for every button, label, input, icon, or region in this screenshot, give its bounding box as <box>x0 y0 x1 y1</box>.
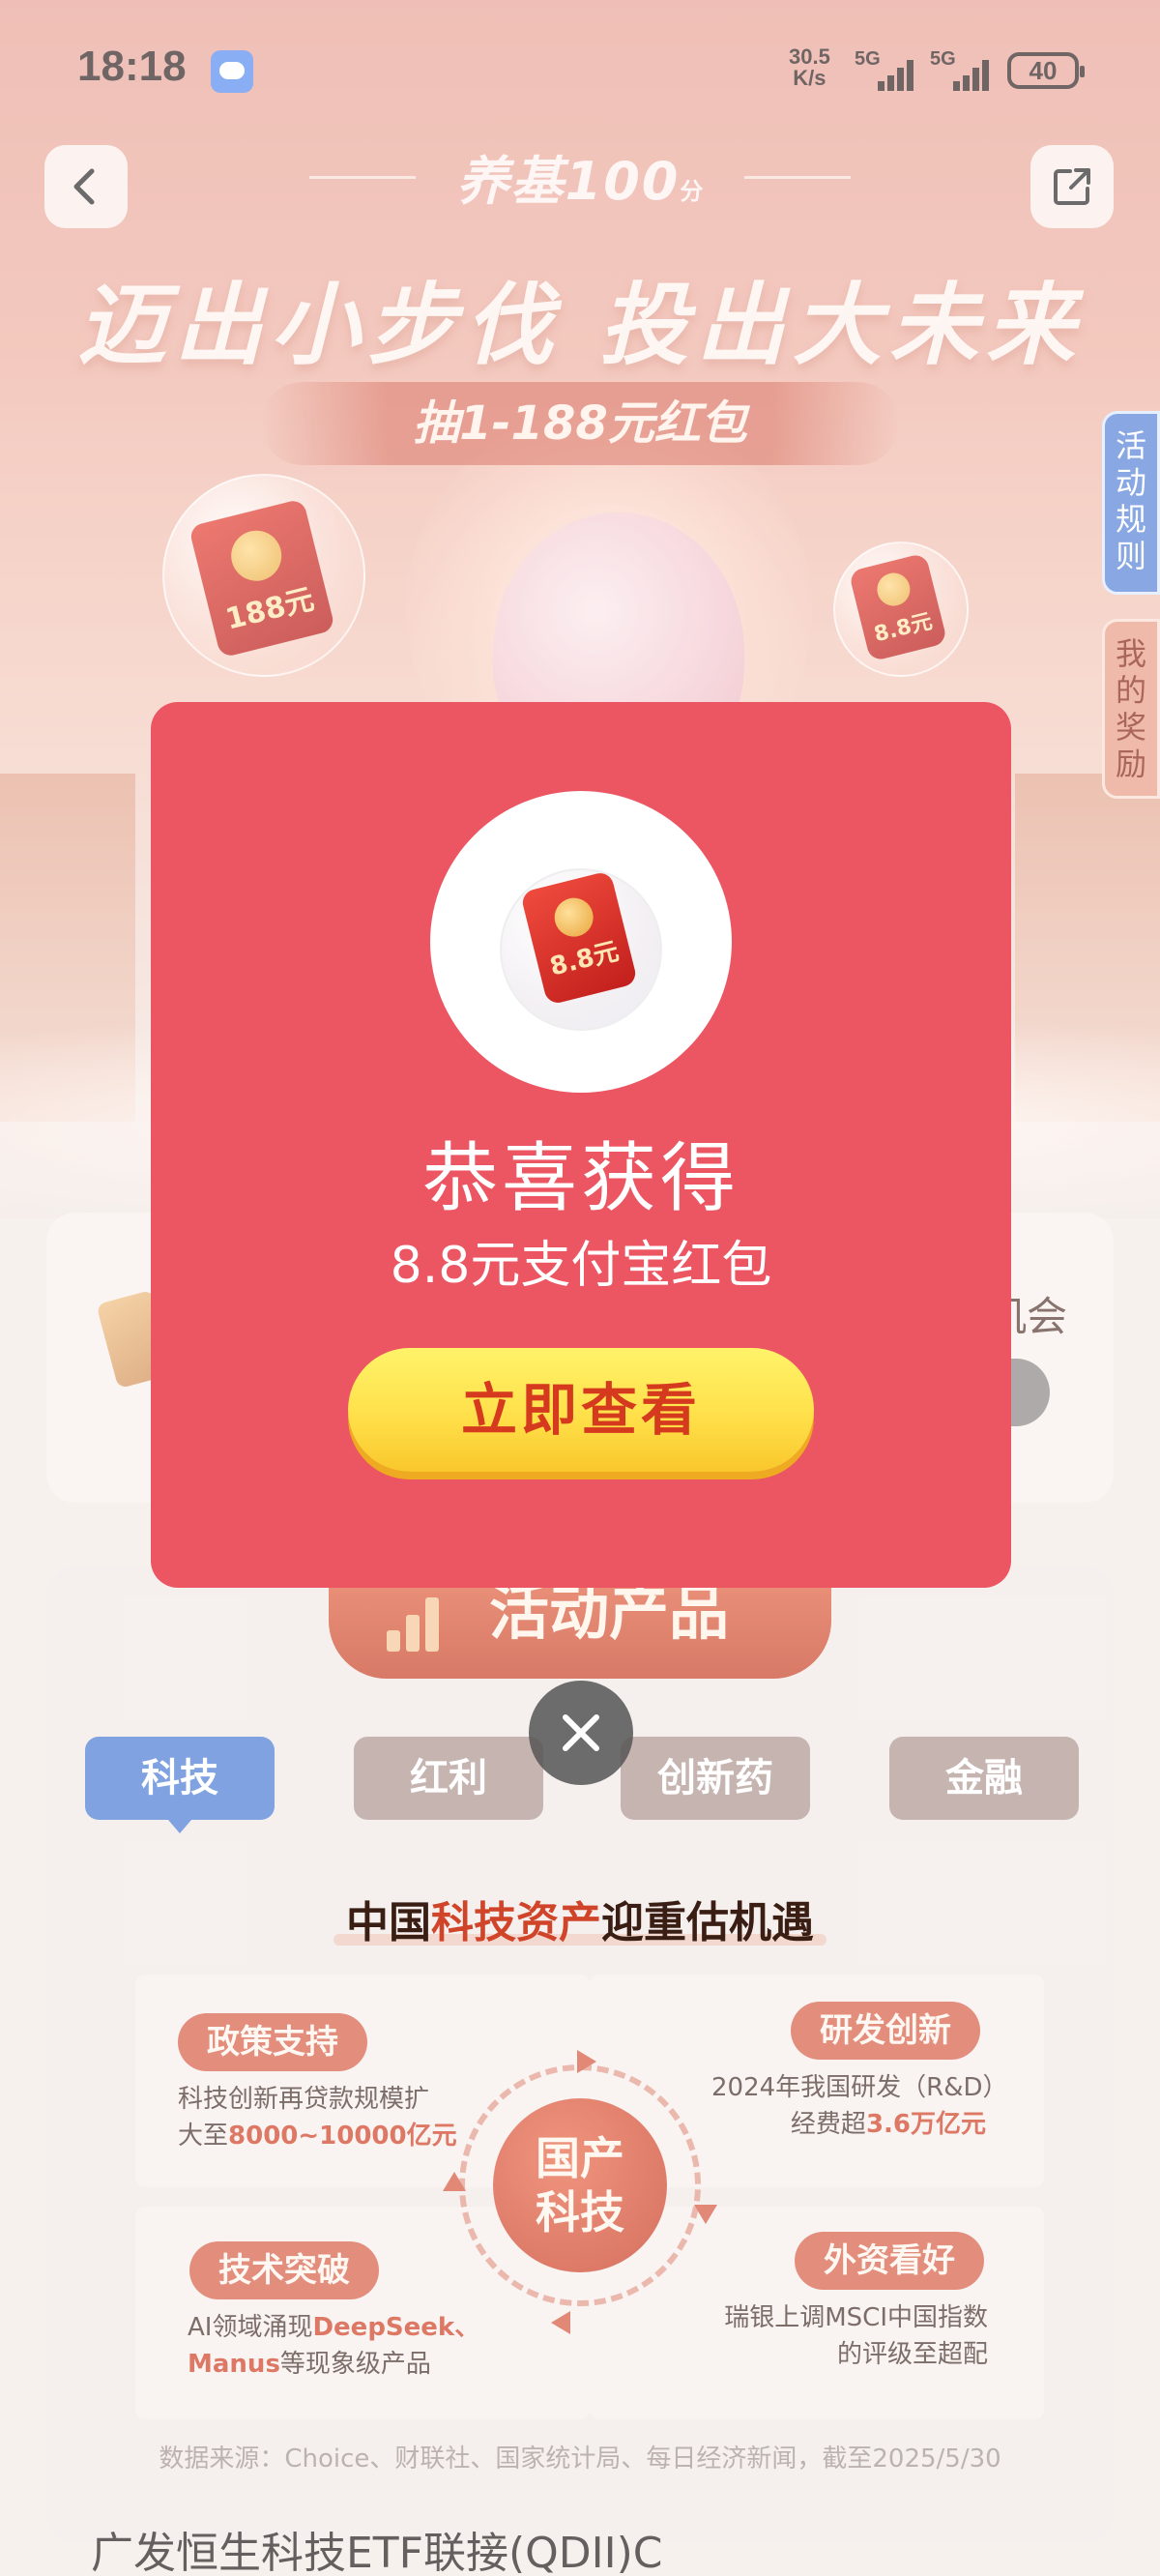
red-packet-amount: 8.8元 <box>546 937 623 982</box>
close-icon <box>563 1714 599 1751</box>
section-title-pre: 中国 <box>346 1898 431 1947</box>
prize-modal: 8.8元 恭喜获得 8.8元支付宝红包 立即查看 <box>151 702 1011 1588</box>
prize-icon-circle: 8.8元 <box>430 791 732 1093</box>
section-title-post: 迎重估机遇 <box>601 1898 814 1947</box>
modal-subtitle: 8.8元支付宝红包 <box>390 1237 772 1295</box>
modal-title: 恭喜获得 <box>421 1135 740 1222</box>
close-button[interactable] <box>529 1681 633 1785</box>
view-now-button[interactable]: 立即查看 <box>348 1348 814 1472</box>
campaign-page: 188元 8.8元 18:18 30.5 K/s 5G 5G 40 养基100分… <box>0 0 1160 2576</box>
section-title-highlight: 科技资产 <box>431 1898 601 1947</box>
coin-icon <box>550 893 597 941</box>
